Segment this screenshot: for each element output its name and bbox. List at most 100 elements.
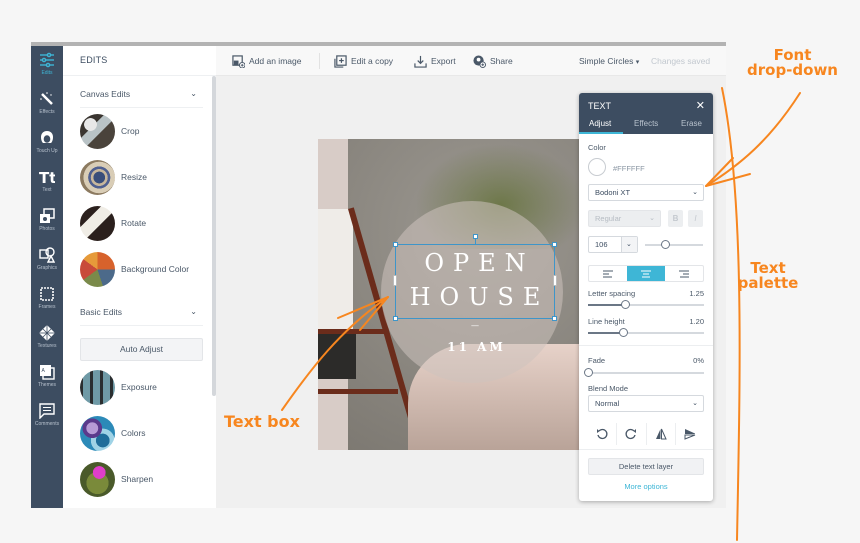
export-label: Export	[431, 56, 456, 66]
rail-label: Effects	[39, 109, 55, 115]
template-dropdown[interactable]: Simple Circles ▾	[579, 52, 639, 70]
add-image-button[interactable]: Add an image	[232, 52, 301, 70]
basic-edits-section[interactable]: Basic Edits ⌄	[80, 298, 203, 326]
tool-resize[interactable]: Resize	[80, 160, 210, 196]
line-height-knob[interactable]	[618, 328, 628, 337]
canvas-edits-section[interactable]: Canvas Edits ⌄	[80, 80, 203, 108]
rotate-right-icon	[625, 428, 637, 440]
transform-buttons	[588, 423, 704, 445]
chevron-down-icon: ⌄	[692, 189, 698, 196]
tab-effects[interactable]: Effects	[634, 119, 658, 128]
delete-text-layer-button[interactable]: Delete text layer	[588, 458, 704, 475]
top-toolbar: Add an image Edit a copy Export Share Si…	[216, 46, 726, 76]
fade-knob[interactable]	[584, 368, 593, 377]
rotate-left-button[interactable]	[588, 423, 618, 445]
resize-handle-right[interactable]	[553, 275, 557, 286]
rail-item-text[interactable]: Tt Text	[31, 165, 63, 203]
rail-item-touch-up[interactable]: Touch Up	[31, 126, 63, 164]
fade-value: 0%	[693, 356, 704, 365]
rotate-right-button[interactable]	[617, 423, 647, 445]
resize-handle-bottom-left[interactable]	[393, 316, 398, 321]
line-height-slider[interactable]	[588, 328, 704, 337]
tool-colors[interactable]: Colors	[80, 416, 210, 452]
align-right-button[interactable]	[665, 266, 703, 281]
font-weight-value: Regular	[595, 214, 622, 223]
add-image-label: Add an image	[249, 56, 302, 66]
resize-handle-top-right[interactable]	[552, 242, 557, 247]
align-center-button[interactable]	[627, 266, 665, 281]
color-swatch[interactable]	[588, 158, 606, 176]
add-image-icon	[232, 54, 245, 68]
active-tab-indicator	[579, 132, 623, 134]
ladder-rung	[318, 329, 388, 334]
rail-item-comments[interactable]: Comments	[31, 399, 63, 437]
svg-text:Tt: Tt	[39, 169, 55, 185]
align-left-button[interactable]	[589, 266, 627, 281]
rotate-left-icon	[597, 428, 608, 440]
tool-label: Crop	[121, 126, 140, 136]
tab-erase[interactable]: Erase	[681, 119, 702, 128]
font-size-dropdown[interactable]: 106 ⌄	[588, 236, 638, 253]
palette-title: TEXT	[588, 101, 612, 111]
letter-spacing-slider[interactable]	[588, 300, 704, 309]
colors-thumbnail	[80, 416, 115, 451]
export-button[interactable]: Export	[414, 52, 456, 70]
flip-vertical-button[interactable]	[676, 423, 704, 445]
rail-item-frames[interactable]: Frames	[31, 282, 63, 320]
flip-horizontal-button[interactable]	[647, 423, 676, 445]
letter-spacing-fill	[588, 304, 626, 306]
tool-exposure[interactable]: Exposure	[80, 370, 210, 406]
app-window: Edits Effects Touch Up Tt Text Photos Gr…	[31, 42, 726, 508]
copy-icon	[334, 54, 347, 68]
letter-spacing-knob[interactable]	[621, 300, 631, 309]
font-weight-dropdown[interactable]: Regular ⌄	[588, 210, 661, 227]
align-center-icon	[641, 270, 651, 277]
annotation-line: drop-down	[747, 61, 838, 79]
color-hex-value[interactable]: #FFFFFF	[613, 164, 645, 173]
fade-slider[interactable]	[584, 368, 704, 377]
rail-item-photos[interactable]: Photos	[31, 204, 63, 242]
bold-button[interactable]: B	[668, 210, 683, 227]
tool-rotate[interactable]: Rotate	[80, 206, 210, 242]
chevron-down-icon: ⌄	[649, 215, 655, 222]
time-text[interactable]: 11 AM	[395, 340, 555, 354]
section-label: Basic Edits	[80, 307, 123, 317]
separator-dash: —	[471, 321, 479, 330]
edit-copy-button[interactable]: Edit a copy	[334, 52, 393, 70]
share-button[interactable]: Share	[473, 52, 513, 70]
auto-adjust-button[interactable]: Auto Adjust	[80, 338, 203, 361]
font-value: Bodoni XT	[595, 188, 631, 197]
close-icon[interactable]: ✕	[696, 99, 705, 112]
tool-label: Background Color	[121, 264, 190, 274]
rail-item-themes[interactable]: A Themes	[31, 360, 63, 398]
resize-handle-left[interactable]	[393, 275, 397, 286]
rail-label: Edits	[41, 70, 53, 76]
tool-crop[interactable]: Crop	[80, 114, 210, 150]
towel	[318, 209, 353, 329]
rail-item-edits[interactable]: Edits	[31, 48, 63, 86]
rail-item-graphics[interactable]: Graphics	[31, 243, 63, 281]
rotate-handle[interactable]	[473, 234, 478, 239]
design-canvas[interactable]: OPEN HOUSE — 11 AM	[318, 139, 593, 450]
rail-item-effects[interactable]: Effects	[31, 87, 63, 125]
background-color-thumbnail	[80, 252, 115, 287]
edits-scrollbar[interactable]	[212, 76, 216, 396]
rail-label: Text	[42, 187, 52, 193]
rail-item-textures[interactable]: Textures	[31, 321, 63, 359]
font-size-slider[interactable]	[645, 240, 703, 249]
blend-mode-dropdown[interactable]: Normal ⌄	[588, 395, 704, 412]
rail-label: Touch Up	[36, 148, 58, 154]
font-dropdown[interactable]: Bodoni XT ⌄	[588, 184, 704, 201]
font-size-value: 106	[595, 240, 608, 249]
rail-label: Photos	[39, 226, 55, 232]
italic-button[interactable]: I	[688, 210, 703, 227]
font-size-slider-knob[interactable]	[661, 240, 671, 249]
tool-sharpen[interactable]: Sharpen	[80, 462, 210, 498]
resize-handle-bottom-right[interactable]	[552, 316, 557, 321]
more-options-link[interactable]: More options	[579, 482, 713, 491]
text-selection-box[interactable]	[393, 234, 557, 321]
tab-adjust[interactable]: Adjust	[589, 119, 611, 128]
tool-background-color[interactable]: Background Color	[80, 252, 210, 288]
resize-handle-top-left[interactable]	[393, 242, 398, 247]
align-right-icon	[679, 270, 689, 277]
